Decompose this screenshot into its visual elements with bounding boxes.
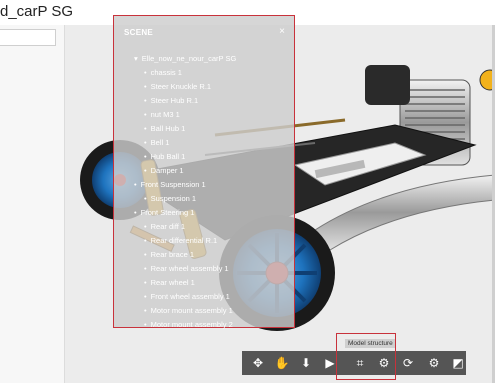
tree-item-label: Rear brace 1 bbox=[150, 250, 194, 259]
scene-panel-title: SCENE bbox=[124, 28, 154, 37]
tree-item-label: Hub Ball 1 bbox=[150, 152, 186, 161]
tree-item-label: Elle_now_ne_nour_carP SG bbox=[141, 54, 237, 63]
tree-bullet-icon: • bbox=[144, 138, 147, 147]
tree-item[interactable]: • Hub Ball 1 bbox=[144, 152, 185, 161]
camera-icon: ▶ bbox=[325, 356, 335, 370]
tree-bullet-icon: • bbox=[144, 166, 147, 175]
tree-item-label: Bell 1 bbox=[150, 138, 170, 147]
tree-item-label: Rear diff 1 bbox=[150, 222, 186, 231]
search-input[interactable] bbox=[0, 29, 56, 46]
tree-item-label: Damper 1 bbox=[150, 166, 184, 175]
tree-item-label: Steer Knuckle R.1 bbox=[150, 82, 212, 91]
close-icon[interactable]: × bbox=[279, 26, 285, 37]
tree-bullet-icon: ▾ bbox=[134, 54, 138, 63]
tree-item-label: Steer Hub R.1 bbox=[150, 96, 199, 105]
tree-item-label: Rear wheel 1 bbox=[150, 278, 195, 287]
tree-bullet-icon: • bbox=[144, 110, 147, 119]
tree-bullet-icon: • bbox=[144, 306, 147, 315]
tree-item-label: Front wheel assembly 1 bbox=[150, 292, 230, 301]
refresh-button[interactable]: ⟳ bbox=[396, 351, 420, 375]
tree-item-label: Ball Hub 1 bbox=[150, 124, 186, 133]
move-axes-button[interactable]: ✥ bbox=[246, 351, 270, 375]
tree-item[interactable]: • Front Steering 1 bbox=[134, 208, 194, 217]
left-panel bbox=[0, 25, 65, 383]
document-title: d_carP SG bbox=[0, 3, 74, 20]
tree-item[interactable]: • Bell 1 bbox=[144, 138, 169, 147]
tree-item[interactable]: • Ball Hub 1 bbox=[144, 124, 185, 133]
section-button[interactable]: ◩ bbox=[446, 351, 470, 375]
tree-item[interactable]: • Rear brace 1 bbox=[144, 250, 194, 259]
tree-item[interactable]: • chassis 1 bbox=[144, 68, 182, 77]
scene-panel: SCENE × ▾ Elle_now_ne_nour_carP SG • chassi… bbox=[113, 15, 295, 329]
tree-bullet-icon: • bbox=[144, 278, 147, 287]
tree-bullet-icon: • bbox=[144, 250, 147, 259]
tree-item-label: Suspension 1 bbox=[150, 194, 197, 203]
tree-item[interactable]: • Motor mount assembly 1 bbox=[144, 306, 233, 315]
tree-bullet-icon: • bbox=[144, 320, 147, 329]
move-axes-icon: ✥ bbox=[252, 356, 264, 370]
tree-item-label: Rear wheel assembly 1 bbox=[150, 264, 229, 273]
tree-item[interactable]: • nut M3 1 bbox=[144, 110, 180, 119]
tree-item[interactable]: • Damper 1 bbox=[144, 166, 184, 175]
tree-item-label: Front Suspension 1 bbox=[140, 180, 206, 189]
tree-bullet-icon: • bbox=[144, 68, 147, 77]
model-structure-highlight bbox=[336, 333, 396, 380]
tree-item-label: Rear differential R.1 bbox=[150, 236, 218, 245]
arrow-down-icon: ⬇ bbox=[300, 356, 312, 370]
settings-icon: ⚙ bbox=[428, 356, 440, 370]
tree-item-label: Motor mount assembly 2 bbox=[150, 320, 233, 329]
settings-button[interactable]: ⚙ bbox=[422, 351, 446, 375]
tree-bullet-icon: • bbox=[134, 208, 137, 217]
tree-bullet-icon: • bbox=[144, 222, 147, 231]
tree-bullet-icon: • bbox=[144, 82, 147, 91]
tree-item[interactable]: • Rear wheel assembly 1 bbox=[144, 264, 229, 273]
tree-bullet-icon: • bbox=[144, 194, 147, 203]
tree-bullet-icon: • bbox=[144, 264, 147, 273]
hand-pan-icon: ✋ bbox=[274, 356, 290, 370]
tree-item-label: chassis 1 bbox=[150, 68, 182, 77]
tree-bullet-icon: • bbox=[144, 124, 147, 133]
tree-bullet-icon: • bbox=[144, 96, 147, 105]
tree-item[interactable]: ▾ Elle_now_ne_nour_carP SG bbox=[134, 54, 236, 63]
tree-item[interactable]: • Steer Knuckle R.1 bbox=[144, 82, 211, 91]
tree-bullet-icon: • bbox=[144, 292, 147, 301]
tree-item-label: nut M3 1 bbox=[150, 110, 180, 119]
tree-item[interactable]: • Front wheel assembly 1 bbox=[144, 292, 230, 301]
tree-item[interactable]: • Steer Hub R.1 bbox=[144, 96, 198, 105]
hand-pan-button[interactable]: ✋ bbox=[270, 351, 294, 375]
tree-item[interactable]: • Front Suspension 1 bbox=[134, 180, 206, 189]
tree-item[interactable]: • Rear diff 1 bbox=[144, 222, 185, 231]
tree-item-label: Front Steering 1 bbox=[140, 208, 195, 217]
tree-item[interactable]: • Rear differential R.1 bbox=[144, 236, 217, 245]
tree-item[interactable]: • Motor mount assembly 2 bbox=[144, 320, 233, 329]
tree-bullet-icon: • bbox=[134, 180, 137, 189]
tree-bullet-icon: • bbox=[144, 236, 147, 245]
refresh-icon: ⟳ bbox=[402, 356, 414, 370]
tree-item[interactable]: • Suspension 1 bbox=[144, 194, 196, 203]
tree-item-label: Motor mount assembly 1 bbox=[150, 306, 233, 315]
section-icon: ◩ bbox=[452, 356, 464, 370]
tree-item[interactable]: • Rear wheel 1 bbox=[144, 278, 195, 287]
tree-bullet-icon: • bbox=[144, 152, 147, 161]
arrow-down-button[interactable]: ⬇ bbox=[294, 351, 318, 375]
